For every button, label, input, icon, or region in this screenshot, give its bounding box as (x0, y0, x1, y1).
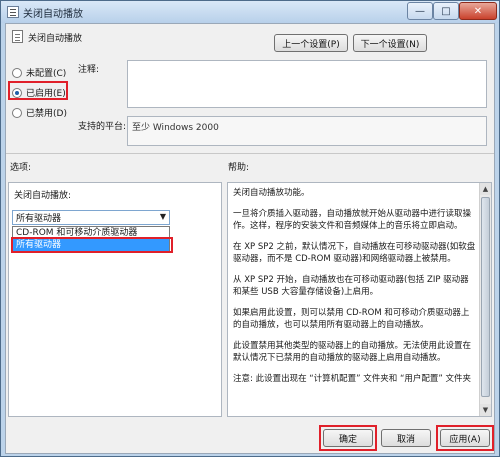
radio-not-configured-circle[interactable] (12, 67, 22, 78)
radio-not-configured[interactable]: 未配置(C) (12, 66, 66, 79)
prev-setting-button[interactable]: 上一个设置(P) (274, 34, 348, 52)
comment-label: 注释: (78, 65, 100, 75)
separator (6, 153, 494, 154)
options-section-label: 选项: (10, 163, 32, 173)
scroll-thumb[interactable] (481, 197, 490, 397)
platform-field: 至少 Windows 2000 (127, 116, 487, 146)
minimize-button[interactable]: — (407, 2, 433, 20)
platform-label: 支持的平台: (78, 122, 127, 132)
help-content: 关闭自动播放功能。 一旦将介质插入驱动器，自动播放就开始从驱动器中进行读取操作。… (233, 187, 477, 394)
policy-window-icon (7, 6, 19, 18)
maximize-button[interactable]: □ (433, 2, 459, 20)
help-paragraph: 注意: 此设置出现在 “计算机配置” 文件夹和 “用户配置” 文件夹 (233, 374, 471, 384)
autoplay-select[interactable]: 所有驱动器 ▼ (12, 210, 170, 225)
apply-highlight-box (436, 425, 494, 451)
radio-not-configured-label: 未配置(C) (26, 69, 67, 79)
policy-dialog: 关闭自动播放 — □ ✕ 关闭自动播放 上一个设置(P) 下一个设置(N) 未配… (0, 0, 500, 457)
ok-highlight-box (319, 425, 377, 451)
comment-field[interactable] (127, 60, 487, 108)
enabled-highlight-box (8, 81, 68, 100)
help-paragraph: 一旦将介质插入驱动器，自动播放就开始从驱动器中进行读取操作。这样，程序的安装文件… (233, 209, 472, 231)
next-setting-button[interactable]: 下一个设置(N) (353, 34, 427, 52)
scroll-up-arrow-icon[interactable]: ▲ (480, 183, 491, 195)
title-bar: 关闭自动播放 — □ ✕ (1, 1, 499, 23)
autoplay-field-label: 关闭自动播放: (14, 191, 72, 201)
help-paragraph: 关闭自动播放功能。 (233, 188, 310, 198)
help-panel: 关闭自动播放功能。 一旦将介质插入驱动器，自动播放就开始从驱动器中进行读取操作。… (227, 182, 492, 417)
dialog-body: 关闭自动播放 上一个设置(P) 下一个设置(N) 未配置(C) 已启用(E) 已… (5, 23, 495, 454)
platform-value: 至少 Windows 2000 (132, 123, 219, 133)
policy-icon (12, 30, 23, 43)
help-scrollbar[interactable]: ▲ ▼ (479, 183, 491, 416)
help-paragraph: 从 XP SP2 开始，自动播放也在可移动驱动器(包括 ZIP 驱动器和某些 U… (233, 275, 469, 297)
close-button[interactable]: ✕ (459, 2, 497, 20)
cancel-button[interactable]: 取消 (381, 429, 431, 447)
help-paragraph: 如果启用此设置，则可以禁用 CD-ROM 和可移动介质驱动器上的自动播放，也可以… (233, 308, 470, 330)
help-paragraph: 此设置禁用其他类型的驱动器上的自动播放。无法使用此设置在默认情况下已禁用的自动播… (233, 341, 472, 363)
scroll-down-arrow-icon[interactable]: ▼ (480, 404, 491, 416)
options-panel: 关闭自动播放: 所有驱动器 ▼ CD-ROM 和可移动介质驱动器 所有驱动器 (8, 182, 222, 417)
autoplay-select-value: 所有驱动器 (16, 214, 62, 224)
window-title: 关闭自动播放 (23, 9, 83, 20)
radio-disabled-circle[interactable] (12, 107, 22, 118)
radio-disabled[interactable]: 已禁用(D) (12, 106, 67, 119)
all-drives-highlight-box (11, 237, 173, 253)
policy-name: 关闭自动播放 (28, 34, 83, 44)
help-paragraph: 在 XP SP2 之前，默认情况下，自动播放在可移动驱动器(如软盘驱动器，而不是… (233, 242, 476, 264)
radio-disabled-label: 已禁用(D) (26, 109, 67, 119)
chevron-down-icon[interactable]: ▼ (160, 212, 166, 221)
help-section-label: 帮助: (228, 163, 250, 173)
